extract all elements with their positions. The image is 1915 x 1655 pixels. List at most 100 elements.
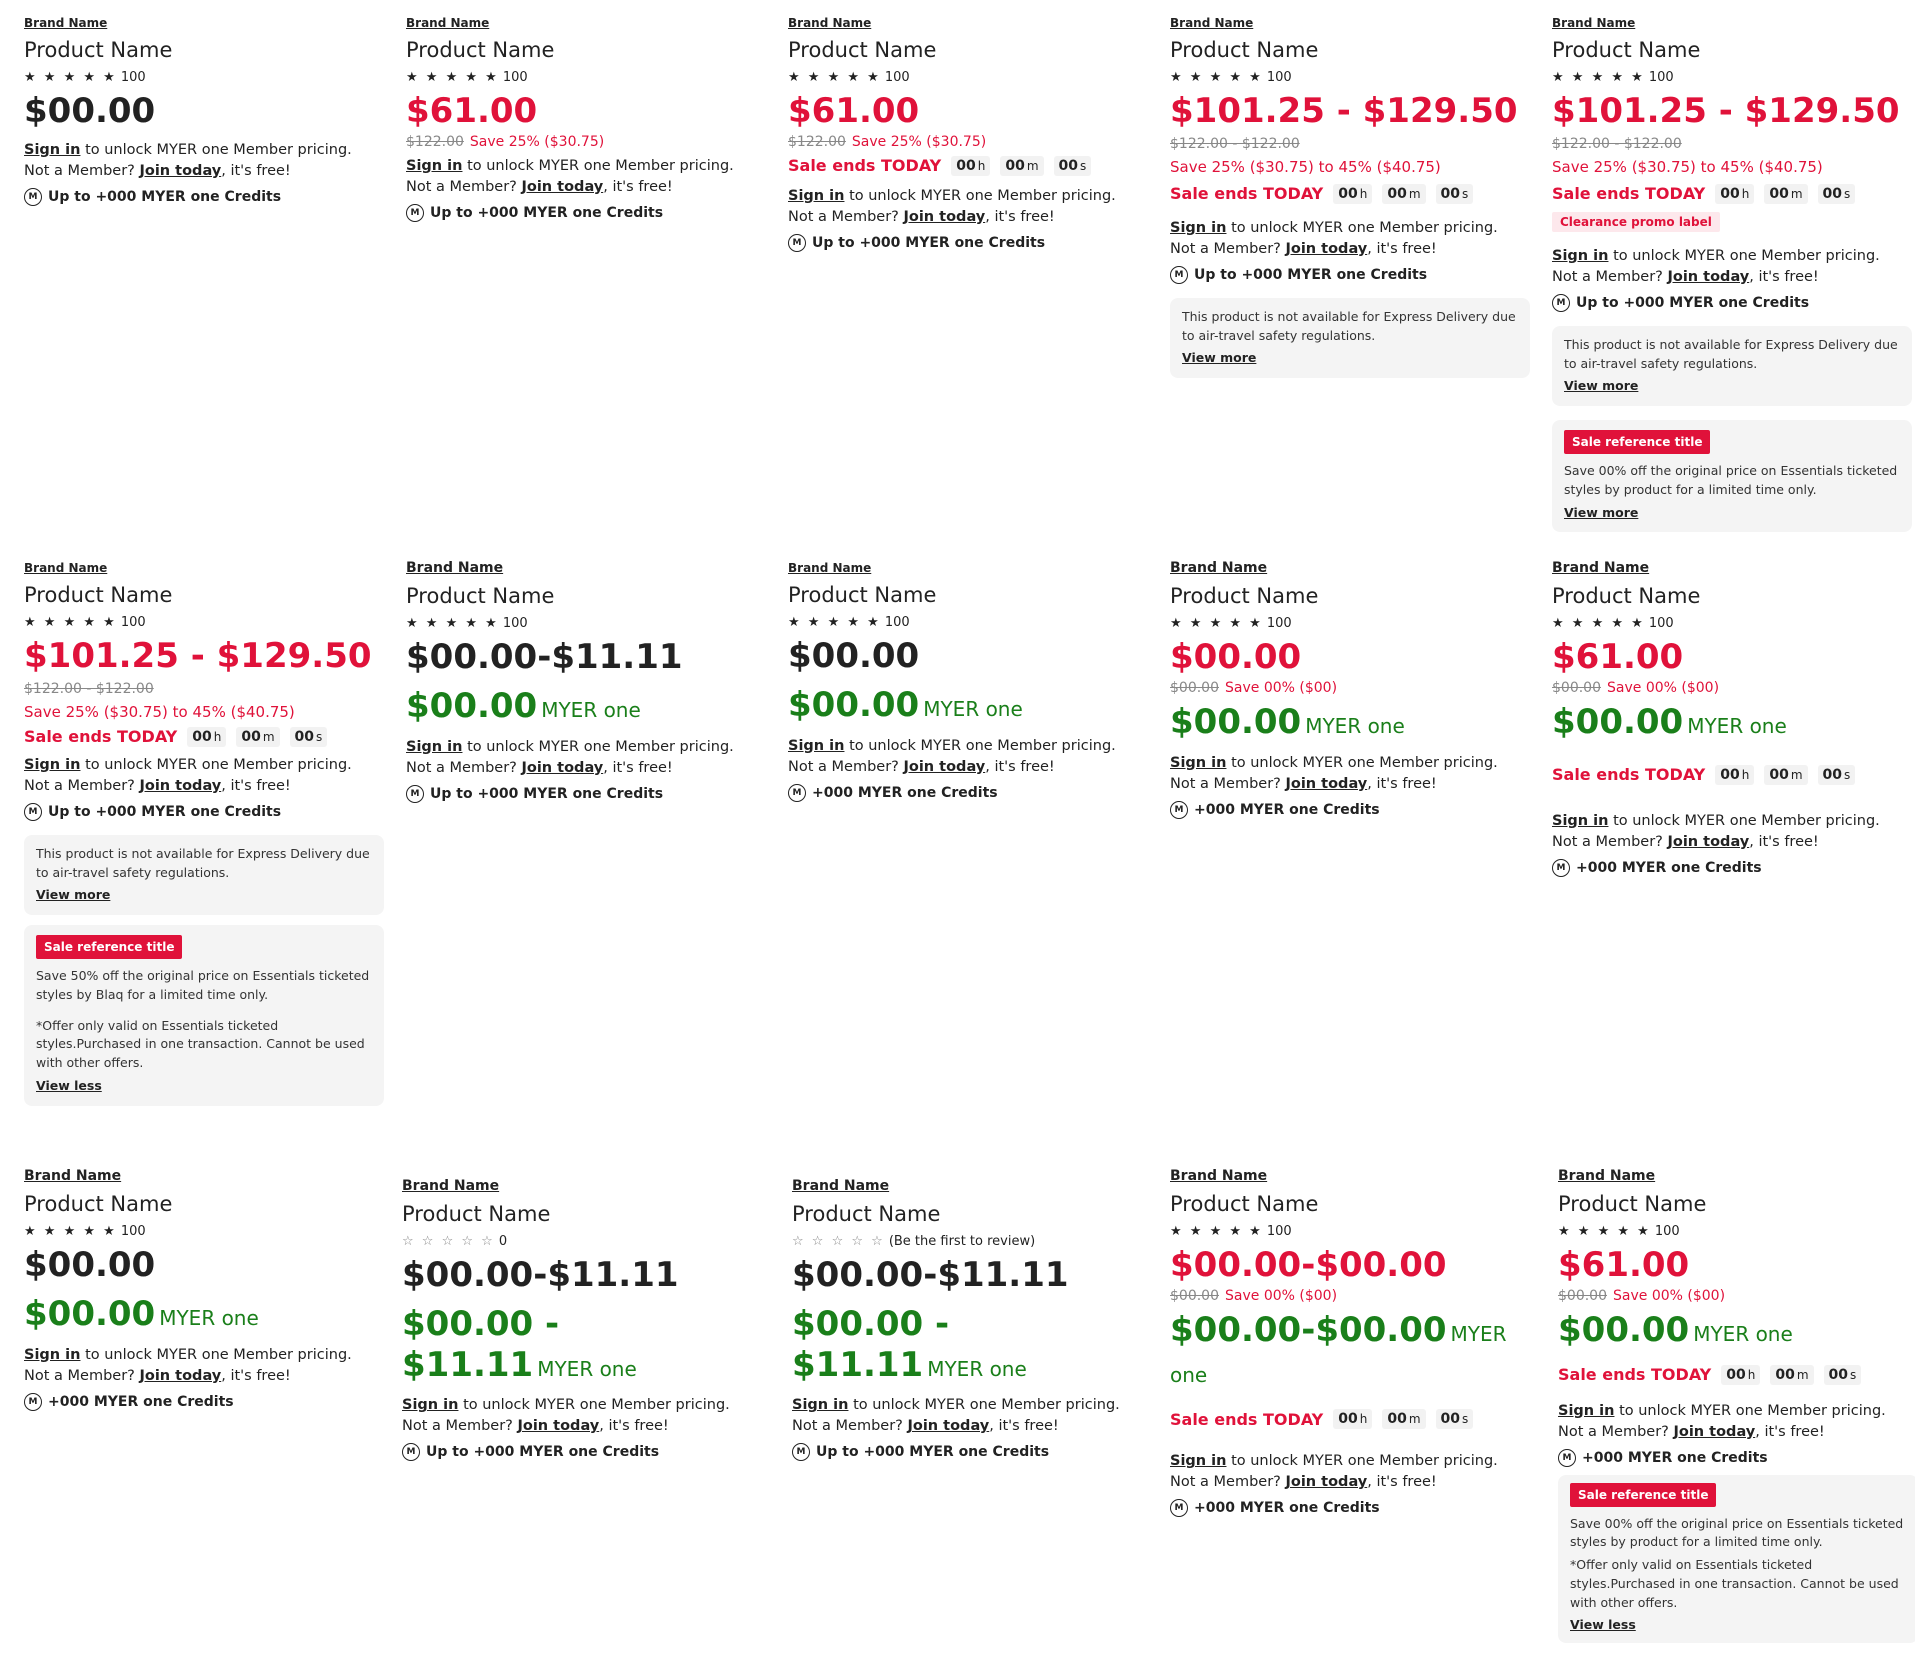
join-today-link[interactable]: Join today [521, 179, 603, 195]
join-today-link[interactable]: Join today [139, 778, 221, 794]
brand-link[interactable]: Brand Name [788, 561, 871, 575]
save-amount: Save 00% ($00) [1607, 679, 1720, 696]
sign-in-link[interactable]: Sign in [1552, 248, 1608, 264]
brand-link[interactable]: Brand Name [24, 16, 107, 30]
view-more-link[interactable]: View more [1564, 504, 1638, 523]
brand-link[interactable]: Brand Name [406, 560, 503, 576]
join-today-link[interactable]: Join today [1285, 776, 1367, 792]
brand-link[interactable]: Brand Name [1552, 16, 1635, 30]
view-more-link[interactable]: View more [1564, 377, 1638, 396]
product-card: Brand Name Product Name ★ ★ ★ ★ ★ 100 $10… [24, 557, 384, 1106]
join-today-link[interactable]: Join today [521, 760, 603, 776]
brand-link[interactable]: Brand Name [406, 16, 489, 30]
credits-text: +000 MYER one Credits [1194, 801, 1380, 818]
sale-countdown: Sale ends TODAY 00 h 00 m 00 s [24, 726, 384, 747]
timer-hours-unit: h [1359, 1412, 1368, 1427]
sign-in-link[interactable]: Sign in [1170, 220, 1226, 236]
its-free-text: , it's free! [1749, 833, 1819, 850]
rating[interactable]: ★ ★ ★ ★ ★ 100 [788, 70, 1148, 85]
rating[interactable]: ★ ★ ★ ★ ★ 100 [406, 70, 766, 85]
rating[interactable]: ★ ★ ★ ★ ★ 100 [24, 615, 384, 630]
brand-link[interactable]: Brand Name [24, 561, 107, 575]
rating[interactable]: ★ ★ ★ ★ ★ 100 [1170, 1224, 1530, 1239]
join-today-link[interactable]: Join today [903, 759, 985, 775]
not-member-text: Not a Member? [1170, 240, 1286, 257]
join-today-link[interactable]: Join today [1285, 241, 1367, 257]
timer-hours: 00 h [1333, 1409, 1373, 1430]
brand-link[interactable]: Brand Name [402, 1178, 499, 1194]
was-price: $00.00 [1558, 1287, 1607, 1304]
timer-seconds-value: 00 [1440, 185, 1461, 202]
brand-link[interactable]: Brand Name [788, 16, 871, 30]
sign-in-link[interactable]: Sign in [24, 142, 80, 158]
member-price-label: MYER one [927, 1356, 1027, 1381]
view-less-link[interactable]: View less [1570, 1616, 1636, 1635]
rating[interactable]: ★ ★ ★ ★ ★ 100 [1558, 1224, 1915, 1239]
sign-in-link[interactable]: Sign in [406, 158, 462, 174]
sign-in-link[interactable]: Sign in [788, 188, 844, 204]
rating[interactable]: ★ ★ ★ ★ ★ 100 [788, 615, 1148, 630]
join-today-link[interactable]: Join today [1673, 1424, 1755, 1440]
offer-note-text: *Offer only valid on Essentials ticketed… [1570, 1557, 1899, 1610]
rating[interactable]: ★ ★ ★ ★ ★ 100 [1170, 616, 1530, 631]
brand-link[interactable]: Brand Name [792, 1178, 889, 1194]
rating[interactable]: ☆ ☆ ☆ ☆ ☆ (Be the first to review) [792, 1234, 1152, 1249]
sign-in-link[interactable]: Sign in [788, 738, 844, 754]
sign-in-link[interactable]: Sign in [24, 1347, 80, 1363]
its-free-text: , it's free! [1367, 240, 1437, 257]
brand-link[interactable]: Brand Name [24, 1168, 121, 1184]
view-more-link[interactable]: View more [1182, 349, 1256, 368]
timer-hours-unit: h [1741, 767, 1750, 782]
join-today-link[interactable]: Join today [903, 209, 985, 225]
its-free-text: , it's free! [989, 1418, 1059, 1435]
sign-in-link[interactable]: Sign in [792, 1397, 848, 1413]
brand-link[interactable]: Brand Name [1170, 560, 1267, 576]
rating[interactable]: ★ ★ ★ ★ ★ 100 [24, 70, 384, 85]
view-more-link[interactable]: View more [36, 886, 110, 905]
sign-in-link[interactable]: Sign in [406, 739, 462, 755]
first-review-text: (Be the first to review) [888, 1234, 1036, 1249]
sign-in-link[interactable]: Sign in [1170, 1453, 1226, 1469]
credits-text: +000 MYER one Credits [1576, 859, 1762, 876]
product-name: Product Name [788, 583, 937, 607]
rating-count: 100 [1648, 70, 1674, 85]
brand-link[interactable]: Brand Name [1170, 16, 1253, 30]
rating[interactable]: ★ ★ ★ ★ ★ 100 [1552, 616, 1912, 631]
join-today-link[interactable]: Join today [139, 1368, 221, 1384]
join-today-link[interactable]: Join today [1667, 834, 1749, 850]
sign-in-link[interactable]: Sign in [1558, 1403, 1614, 1419]
brand-link[interactable]: Brand Name [1552, 560, 1649, 576]
sale-countdown: Sale ends TODAY 00 h 00 m 00 s [1552, 183, 1912, 204]
sign-in-link[interactable]: Sign in [24, 757, 80, 773]
rating[interactable]: ☆ ☆ ☆ ☆ ☆ 0 [402, 1234, 762, 1249]
timer-minutes-unit: m [1790, 767, 1803, 782]
rating[interactable]: ★ ★ ★ ★ ★ 100 [1552, 70, 1912, 85]
star-rating-icon: ★ ★ ★ ★ ★ [24, 1224, 117, 1239]
view-less-link[interactable]: View less [36, 1077, 102, 1096]
join-today-link[interactable]: Join today [517, 1418, 599, 1434]
timer-minutes-value: 00 [1387, 185, 1407, 202]
price: $00.00-$11.11 [792, 1255, 1069, 1295]
join-today-link[interactable]: Join today [1285, 1474, 1367, 1490]
member-pricing-prompt: Sign in to unlock MYER one Member pricin… [1552, 811, 1912, 853]
rating[interactable]: ★ ★ ★ ★ ★ 100 [406, 616, 766, 631]
rating-count: 100 [120, 1224, 146, 1239]
member-price-label: MYER one [541, 697, 641, 722]
sale-price: $101.25 - $129.50 [1170, 91, 1518, 131]
brand-link[interactable]: Brand Name [1170, 1168, 1267, 1184]
star-rating-icon: ★ ★ ★ ★ ★ [788, 615, 881, 630]
sign-in-link[interactable]: Sign in [1170, 755, 1226, 771]
product-name: Product Name [402, 1202, 551, 1226]
rating[interactable]: ★ ★ ★ ★ ★ 100 [24, 1224, 384, 1239]
sign-in-link[interactable]: Sign in [402, 1397, 458, 1413]
join-today-link[interactable]: Join today [1667, 269, 1749, 285]
product-card: Brand Name Product Name ★ ★ ★ ★ ★ 100 $00… [1170, 557, 1530, 819]
join-today-link[interactable]: Join today [139, 163, 221, 179]
brand-link[interactable]: Brand Name [1558, 1168, 1655, 1184]
rating[interactable]: ★ ★ ★ ★ ★ 100 [1170, 70, 1530, 85]
sale-price: $101.25 - $129.50 [1552, 91, 1900, 131]
save-amount: Save 25% ($30.75) to 45% ($40.75) [1170, 157, 1441, 176]
sale-countdown: Sale ends TODAY 00 h 00 m 00 s [1170, 1409, 1530, 1430]
sign-in-link[interactable]: Sign in [1552, 813, 1608, 829]
join-today-link[interactable]: Join today [907, 1418, 989, 1434]
